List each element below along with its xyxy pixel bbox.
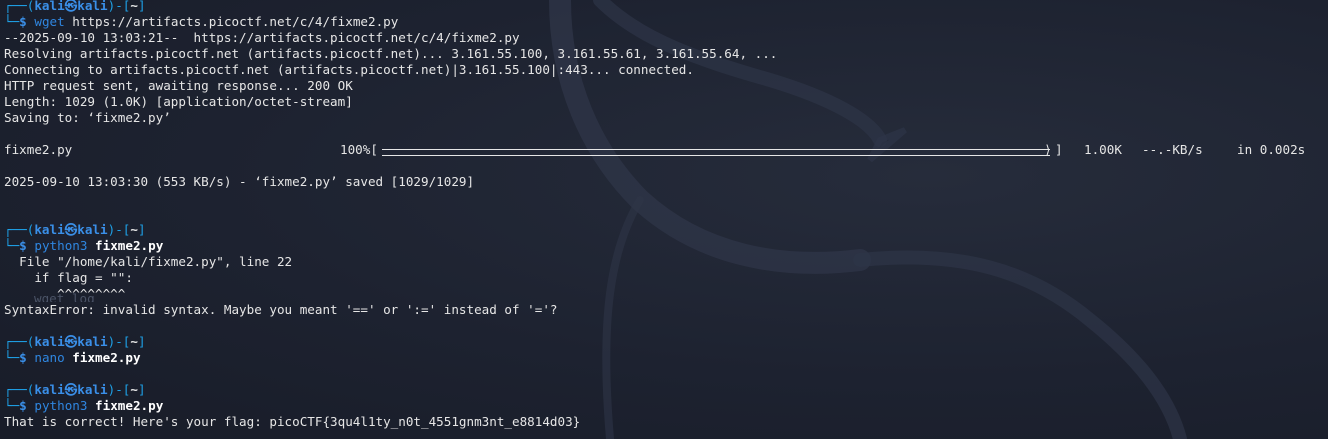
output-line: --2025-09-10 13:03:21-- https://artifact… xyxy=(4,30,520,45)
command-line: └─$ wget https://artifacts.picoctf.net/c… xyxy=(4,14,1328,30)
terminal-output: ┌──(kali㉿kali)-[~] └─$ wget https://arti… xyxy=(4,0,1328,430)
command-name: python3 xyxy=(34,238,88,253)
prompt-cwd: ~ xyxy=(130,382,138,397)
prompt-user: kali㉿kali xyxy=(34,334,108,349)
command-name: python3 xyxy=(34,398,88,413)
command-name: nano xyxy=(34,350,65,365)
output-line: 2025-09-10 13:03:30 (553 KB/s) - ‘fixme2… xyxy=(4,174,475,189)
command-name: wget xyxy=(34,14,65,29)
prompt-close: ] xyxy=(137,334,146,349)
prompt-corner: └─ xyxy=(4,398,20,413)
command-args: fixme2.py xyxy=(95,238,164,253)
command-args: fixme2.py xyxy=(72,350,141,365)
prompt-dollar: $ xyxy=(19,238,27,253)
prompt-dollar: $ xyxy=(19,350,27,365)
output-line: Saving to: ‘fixme2.py’ xyxy=(4,110,171,125)
progress-percent: 100%[ xyxy=(340,142,378,157)
prompt-line: ┌──(kali㉿kali)-[~] xyxy=(4,0,1328,14)
output-line: SyntaxError: invalid syntax. Maybe you m… xyxy=(4,302,558,317)
progress-bar xyxy=(382,149,1050,156)
prompt-close: ] xyxy=(137,222,146,237)
progress-bar-end: ] xyxy=(1055,142,1063,157)
prompt-corner: └─ xyxy=(4,350,20,365)
prompt-open: ┌──( xyxy=(4,334,35,349)
prompt-dollar: $ xyxy=(19,398,27,413)
progress-arrow-icon: ⟩ xyxy=(1044,142,1052,157)
progress-size: 1.00K xyxy=(1084,142,1122,157)
command-line: └─$ python3 fixme2.py xyxy=(4,398,1328,414)
prompt-mid: )-[ xyxy=(107,222,131,237)
progress-filename: fixme2.py xyxy=(4,142,73,157)
progress-time: in 0.002s xyxy=(1237,142,1306,157)
prompt-open: ┌──( xyxy=(4,382,35,397)
prompt-close: ] xyxy=(137,0,146,13)
output-line: HTTP request sent, awaiting response... … xyxy=(4,78,353,93)
prompt-open: ┌──( xyxy=(4,0,35,13)
output-line: File "/home/kali/fixme2.py", line 22 xyxy=(4,254,293,269)
ghost-text: wget log xyxy=(34,291,95,302)
prompt-mid: )-[ xyxy=(107,0,131,13)
output-line: Length: 1029 (1.0K) [application/octet-s… xyxy=(4,94,353,109)
prompt-user: kali㉿kali xyxy=(34,0,108,13)
prompt-mid: )-[ xyxy=(107,382,131,397)
command-line: └─$ nano fixme2.py xyxy=(4,350,1328,366)
prompt-dollar: $ xyxy=(19,14,27,29)
prompt-line: ┌──(kali㉿kali)-[~] xyxy=(4,222,1328,238)
prompt-line: ┌──(kali㉿kali)-[~] xyxy=(4,334,1328,350)
prompt-cwd: ~ xyxy=(130,222,138,237)
output-line: ^^^^^^^^^ wget log xyxy=(4,286,1328,302)
flag-output-line: That is correct! Here's your flag: picoC… xyxy=(4,414,581,429)
output-line: if flag = "": xyxy=(4,270,133,285)
terminal-window[interactable]: ┌──(kali㉿kali)-[~] └─$ wget https://arti… xyxy=(0,0,1328,439)
command-args: fixme2.py xyxy=(95,398,164,413)
download-progress: fixme2.py 100%[ ⟩ ] 1.00K --.-KB/s in 0.… xyxy=(4,142,1328,158)
progress-rate: --.-KB/s xyxy=(1142,142,1203,157)
prompt-cwd: ~ xyxy=(130,334,138,349)
prompt-user: kali㉿kali xyxy=(34,222,108,237)
prompt-open: ┌──( xyxy=(4,222,35,237)
prompt-line: ┌──(kali㉿kali)-[~] xyxy=(4,382,1328,398)
prompt-mid: )-[ xyxy=(107,334,131,349)
command-line: └─$ python3 fixme2.py xyxy=(4,238,1328,254)
command-args: https://artifacts.picoctf.net/c/4/fixme2… xyxy=(72,14,399,29)
prompt-close: ] xyxy=(137,382,146,397)
prompt-cwd: ~ xyxy=(130,0,138,13)
prompt-user: kali㉿kali xyxy=(34,382,108,397)
prompt-corner: └─ xyxy=(4,238,20,253)
output-line: Connecting to artifacts.picoctf.net (art… xyxy=(4,62,694,77)
output-line: Resolving artifacts.picoctf.net (artifac… xyxy=(4,46,778,61)
prompt-corner: └─ xyxy=(4,14,20,29)
